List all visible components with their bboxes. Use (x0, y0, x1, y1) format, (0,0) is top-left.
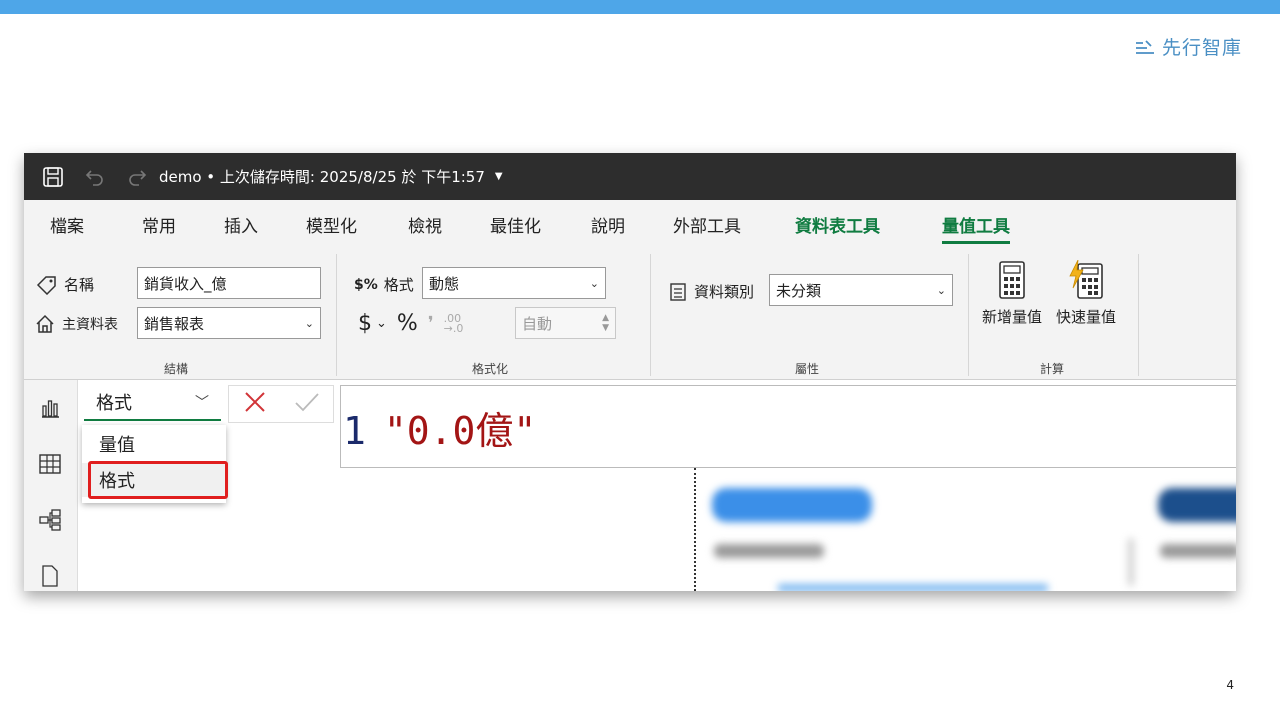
tab-insert[interactable]: 插入 (224, 212, 258, 237)
group-separator (1138, 254, 1139, 376)
tab-home[interactable]: 常用 (142, 212, 176, 237)
brand-name: 先行智庫 (1161, 37, 1242, 59)
formula-commit-buttons (228, 385, 334, 423)
ribbon: 名稱 銷貨收入_億 主資料表 銷售報表 ⌄ 結構 $% 格式 動態 ⌄ $ ⌄ … (24, 250, 1236, 380)
formula-property-dropdown[interactable]: 格式 ﹀ (84, 385, 221, 421)
format-label: $% 格式 (354, 276, 414, 294)
powerbi-window: demo • 上次儲存時間: 2025/8/25 於 下午1:57 ▼ 檔案 常… (24, 153, 1236, 591)
decimal-places-input[interactable]: 自動 ▲ ▼ (515, 307, 616, 339)
slide-top-bar (0, 0, 1280, 14)
tab-external-tools[interactable]: 外部工具 (673, 212, 741, 237)
home-table-select[interactable]: 銷售報表 ⌄ (137, 307, 321, 339)
formula-line-number: 1 (343, 409, 366, 453)
save-icon[interactable] (41, 165, 65, 189)
model-view-icon[interactable] (36, 506, 64, 534)
table-view-icon[interactable] (36, 450, 64, 478)
formula-property-value: 格式 (96, 393, 132, 414)
formula-expression: "0.0億" (383, 409, 537, 453)
currency-button[interactable]: $ (358, 311, 372, 336)
ribbon-tabs: 檔案 常用 插入 模型化 檢視 最佳化 說明 外部工具 資料表工具 量值工具 (24, 200, 1236, 250)
name-input[interactable]: 銷貨收入_億 (137, 267, 321, 299)
chevron-down-icon: ⌄ (936, 283, 946, 297)
page-number: 4 (1226, 678, 1234, 692)
data-category-icon (670, 282, 686, 301)
spinner-icon[interactable]: ▲ ▼ (602, 313, 609, 333)
blurred-visual (714, 544, 824, 558)
quick-calculator-icon (1069, 260, 1103, 299)
document-title-text: demo • 上次儲存時間: 2025/8/25 於 下午1:57 (159, 168, 485, 186)
tab-modeling[interactable]: 模型化 (306, 212, 357, 237)
cancel-icon[interactable] (243, 390, 267, 418)
document-title[interactable]: demo • 上次儲存時間: 2025/8/25 於 下午1:57 ▼ (159, 166, 503, 187)
home-table-label: 主資料表 (34, 313, 118, 335)
highlight-box (88, 461, 228, 499)
chevron-down-icon: ⌄ (589, 276, 599, 290)
comma-style-icon[interactable]: ❜ (428, 313, 434, 334)
data-category-label: 資料類別 (668, 281, 754, 302)
blurred-visual (778, 584, 1048, 591)
tab-view[interactable]: 檢視 (408, 212, 442, 237)
chevron-down-icon: ﹀ (195, 395, 209, 411)
chevron-down-icon[interactable]: ⌄ (376, 316, 387, 331)
format-select[interactable]: 動態 ⌄ (422, 267, 606, 299)
group-separator (336, 254, 337, 376)
chevron-down-icon: ⌄ (304, 316, 314, 330)
tab-help[interactable]: 說明 (591, 212, 625, 237)
decimal-places-icon[interactable]: .00 →.0 (444, 313, 464, 334)
title-bar: demo • 上次儲存時間: 2025/8/25 於 下午1:57 ▼ (24, 153, 1236, 200)
tab-measure-tools[interactable]: 量值工具 (942, 212, 1010, 244)
menu-item-measure[interactable]: 量值 (82, 427, 226, 461)
report-canvas (78, 468, 1236, 591)
data-category-select[interactable]: 未分類 ⌄ (769, 274, 953, 306)
blurred-visual (1158, 488, 1236, 522)
group-label-formatting: 格式化 (472, 362, 509, 376)
format-currency-icon: $% (354, 276, 378, 293)
report-view-icon[interactable] (36, 394, 64, 422)
formula-editor[interactable]: 1 "0.0億" (340, 385, 1236, 468)
group-separator (968, 254, 969, 376)
canvas-page-boundary (694, 468, 696, 591)
calculator-icon (999, 261, 1025, 299)
group-label-structure: 結構 (164, 362, 189, 376)
quick-measure-button[interactable]: 快速量值 (1056, 260, 1116, 327)
brand-logo-icon (1135, 39, 1154, 54)
group-label-properties: 屬性 (795, 362, 820, 376)
brand: 先行智庫 (1134, 33, 1242, 60)
blurred-visual (712, 488, 872, 522)
tab-file[interactable]: 檔案 (50, 212, 84, 237)
name-label: 名稱 (36, 274, 94, 295)
blurred-visual (1160, 544, 1236, 558)
dax-query-view-icon[interactable] (36, 562, 64, 590)
blurred-visual (1128, 538, 1134, 586)
percent-button[interactable]: % (397, 311, 418, 336)
redo-icon[interactable] (125, 165, 149, 189)
tab-optimize[interactable]: 最佳化 (490, 212, 541, 237)
commit-check-icon[interactable] (294, 390, 320, 418)
view-rail (24, 380, 78, 591)
undo-icon[interactable] (83, 165, 107, 189)
slide: 先行智庫 demo • 上次儲存時間: 2025/8/25 於 下午1:57 ▼… (0, 0, 1280, 720)
group-label-calculations: 計算 (1040, 362, 1065, 376)
tab-table-tools[interactable]: 資料表工具 (795, 212, 880, 237)
number-format-buttons: $ ⌄ % ❜ .00 →.0 (358, 311, 463, 336)
caret-down-icon[interactable]: ▼ (495, 171, 503, 182)
home-icon (36, 314, 54, 333)
new-measure-button[interactable]: 新增量值 (982, 260, 1042, 327)
group-separator (650, 254, 651, 376)
tag-icon (36, 275, 56, 295)
